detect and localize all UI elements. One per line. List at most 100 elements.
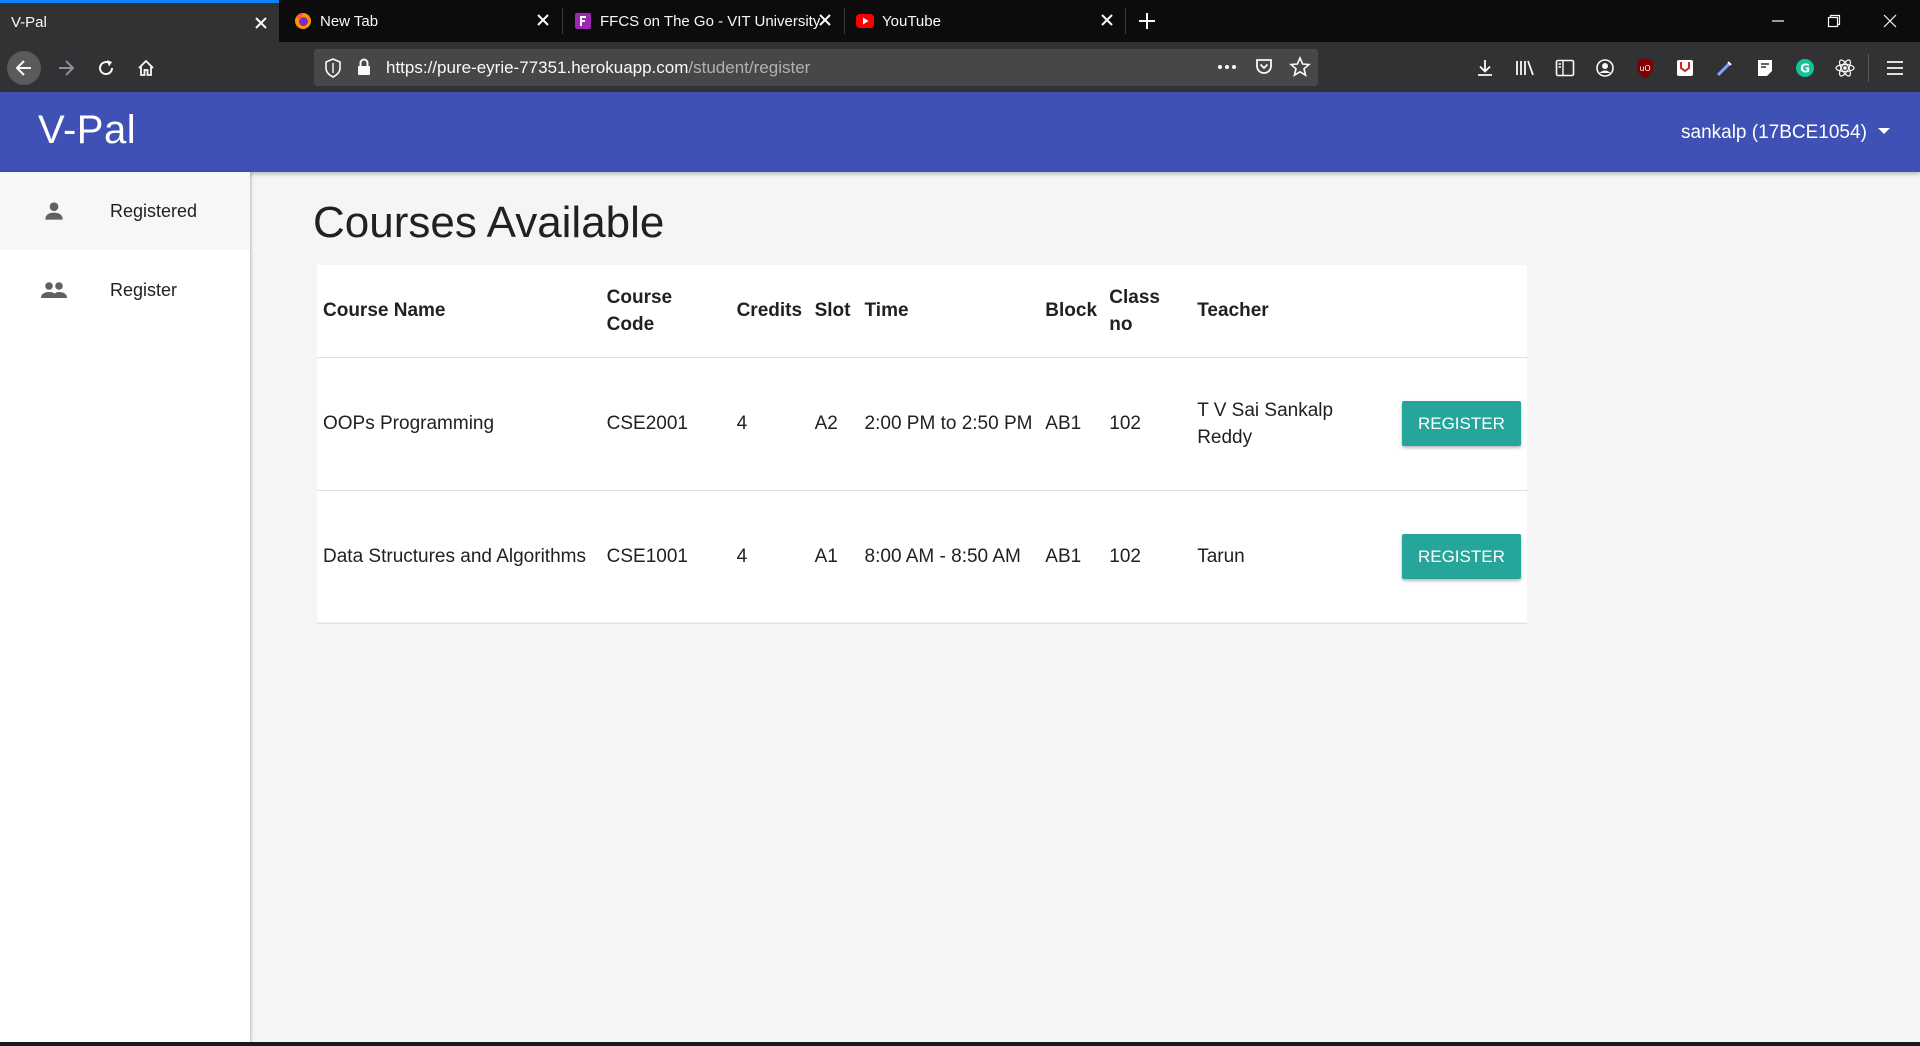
download-icon[interactable]	[1472, 55, 1498, 81]
home-button[interactable]	[129, 51, 163, 85]
bottom-edge	[0, 1042, 1920, 1046]
cell-class-no: 102	[1103, 490, 1192, 624]
url-path: /student/register	[688, 57, 811, 77]
bookmark-star-icon[interactable]	[1289, 55, 1311, 83]
url-bar[interactable]: https://pure-eyrie-77351.herokuapp.com/s…	[314, 49, 1318, 86]
cell-time: 8:00 AM - 8:50 AM	[858, 490, 1040, 624]
sidebar-item-registered[interactable]: Registered	[0, 172, 250, 250]
more-actions-icon[interactable]	[1216, 57, 1238, 82]
register-button[interactable]: REGISTER	[1401, 534, 1521, 579]
lock-icon[interactable]	[356, 58, 372, 81]
courses-table: Course Name Course Code Credits Slot Tim…	[317, 265, 1527, 624]
grammarly-icon[interactable]: G	[1792, 55, 1818, 81]
close-tab-icon[interactable]	[533, 10, 553, 30]
column-header-slot: Slot	[808, 265, 859, 358]
app-header: V-Pal sankalp (17BCE1054)	[0, 92, 1920, 172]
close-tab-icon[interactable]	[251, 13, 271, 33]
tab-new-tab[interactable]: New Tab	[281, 0, 561, 42]
tab-separator	[1125, 8, 1126, 34]
close-tab-icon[interactable]	[1097, 10, 1117, 30]
page-title: Courses Available	[313, 198, 665, 247]
react-devtools-icon[interactable]	[1832, 55, 1858, 81]
register-button[interactable]: REGISTER	[1401, 401, 1521, 446]
cell-teacher: Tarun	[1191, 490, 1396, 624]
cell-teacher: T V Sai Sankalp Reddy	[1191, 357, 1396, 491]
library-icon[interactable]	[1512, 55, 1538, 81]
new-tab-button[interactable]	[1134, 8, 1160, 34]
caret-down-icon[interactable]	[1876, 124, 1892, 140]
column-header-teacher: Teacher	[1191, 265, 1396, 358]
tab-youtube[interactable]: YouTube	[845, 0, 1125, 42]
table-row: Data Structures and Algorithms CSE1001 4…	[317, 490, 1527, 624]
cell-course-code: CSE2001	[600, 357, 731, 491]
person-icon	[38, 195, 70, 227]
tab-v-pal[interactable]: V-Pal	[0, 0, 279, 42]
cell-slot: A2	[808, 357, 859, 491]
sidebar-toggle-icon[interactable]	[1552, 55, 1578, 81]
arrow-right-icon	[59, 60, 75, 76]
tab-title: New Tab	[320, 12, 379, 30]
courses-table-card: Course Name Course Code Credits Slot Tim…	[317, 265, 1527, 624]
svg-text:uO: uO	[1639, 64, 1650, 73]
reload-button[interactable]	[89, 51, 123, 85]
restore-button[interactable]	[1806, 0, 1862, 42]
table-header-row: Course Name Course Code Credits Slot Tim…	[317, 265, 1527, 358]
browser-toolbar: https://pure-eyrie-77351.herokuapp.com/s…	[0, 42, 1920, 92]
notes-extension-icon[interactable]	[1752, 55, 1778, 81]
ffcs-icon	[574, 12, 592, 30]
youtube-icon	[856, 12, 874, 30]
close-window-button[interactable]	[1862, 0, 1918, 42]
sidebar-item-label: Registered	[110, 200, 198, 221]
plus-icon	[1139, 13, 1155, 29]
table-row: OOPs Programming CSE2001 4 A2 2:00 PM to…	[317, 357, 1527, 491]
cell-course-code: CSE1001	[600, 490, 731, 624]
close-icon	[1883, 14, 1897, 28]
back-button[interactable]	[7, 51, 41, 85]
cell-time: 2:00 PM to 2:50 PM	[858, 357, 1040, 491]
ublock-icon[interactable]: uO	[1632, 55, 1658, 81]
sidebar: Registered Register	[0, 172, 250, 1042]
column-header-action	[1395, 265, 1527, 358]
pocket-icon[interactable]	[1254, 57, 1274, 82]
firefox-icon	[294, 12, 312, 30]
column-header-time: Time	[858, 265, 1040, 358]
user-menu-label[interactable]: sankalp (17BCE1054)	[1681, 122, 1867, 144]
cell-block: AB1	[1039, 357, 1104, 491]
column-header-block: Block	[1039, 265, 1104, 358]
hamburger-menu-icon[interactable]	[1882, 55, 1908, 81]
cell-action: REGISTER	[1395, 357, 1527, 491]
column-header-course-name: Course Name	[317, 265, 601, 358]
cell-course-name: OOPs Programming	[317, 357, 601, 491]
tab-ffcs[interactable]: FFCS on The Go - VIT University	[563, 0, 843, 42]
people-icon	[38, 274, 70, 306]
column-header-credits: Credits	[730, 265, 809, 358]
forward-button[interactable]	[49, 51, 83, 85]
cell-action: REGISTER	[1395, 490, 1527, 624]
cell-course-name: Data Structures and Algorithms	[317, 490, 601, 624]
extension-save-icon[interactable]	[1672, 55, 1698, 81]
column-header-course-code: Course Code	[600, 265, 731, 358]
url-host: https://pure-eyrie-77351.herokuapp.com	[386, 57, 689, 77]
cell-slot: A1	[808, 490, 859, 624]
color-picker-icon[interactable]	[1712, 55, 1738, 81]
sidebar-item-register[interactable]: Register	[0, 251, 250, 329]
tab-title: YouTube	[882, 12, 941, 30]
cell-class-no: 102	[1103, 357, 1192, 491]
arrow-left-icon	[15, 60, 31, 76]
browser-tab-strip: V-Pal New Tab FFCS on The Go - VIT Unive…	[0, 0, 1920, 42]
url-text[interactable]: https://pure-eyrie-77351.herokuapp.com/s…	[386, 58, 810, 78]
column-header-class-no: Class no	[1103, 265, 1192, 358]
sidebar-item-label: Register	[110, 279, 178, 300]
toolbar-separator	[1868, 54, 1869, 82]
svg-text:G: G	[1800, 62, 1810, 76]
app-logo[interactable]: V-Pal	[38, 108, 136, 153]
account-icon[interactable]	[1592, 55, 1618, 81]
tab-title: FFCS on The Go - VIT University	[600, 12, 820, 30]
cell-credits: 4	[730, 357, 809, 491]
reload-icon	[99, 60, 114, 76]
cell-credits: 4	[730, 490, 809, 624]
home-icon	[138, 59, 154, 76]
close-tab-icon[interactable]	[815, 10, 835, 30]
shield-icon[interactable]	[324, 58, 342, 83]
minimize-button[interactable]	[1750, 0, 1806, 42]
